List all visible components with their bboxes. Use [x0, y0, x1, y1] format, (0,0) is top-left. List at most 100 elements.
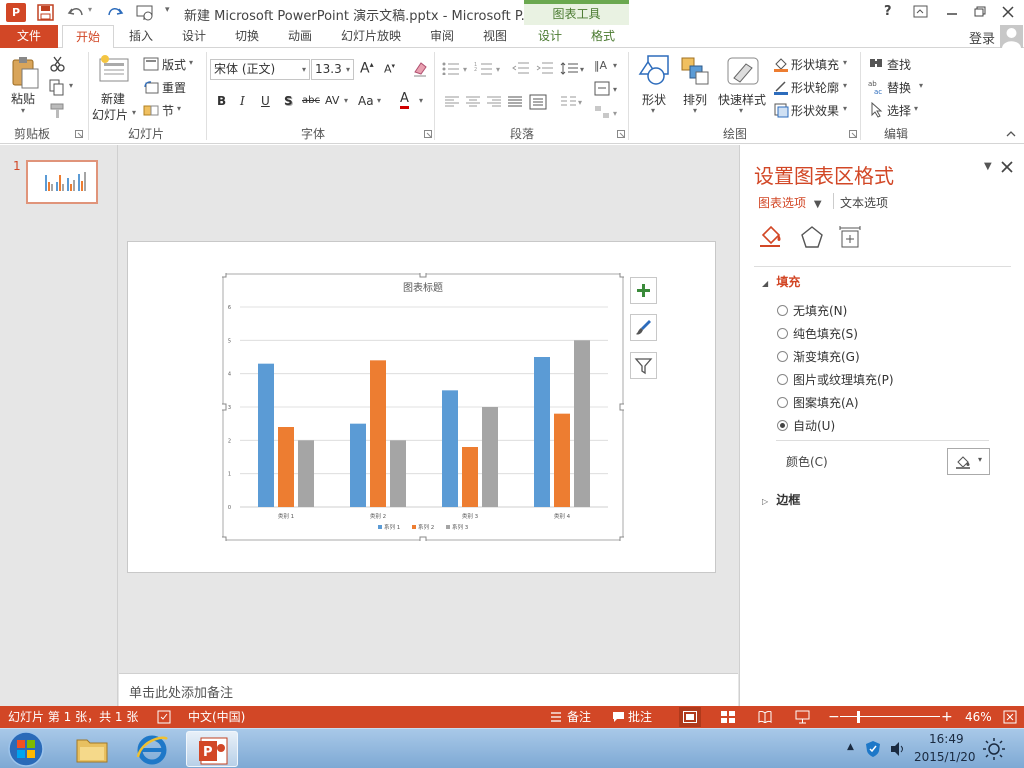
border-section-header[interactable]: ▷ 边框	[762, 491, 800, 508]
grow-font-icon[interactable]: A▴	[360, 60, 374, 77]
justify-icon[interactable]	[507, 96, 523, 108]
zoom-in-button[interactable]: +	[941, 706, 953, 728]
shapes-dropdown-icon[interactable]: ▾	[651, 106, 655, 115]
close-window-icon[interactable]	[1001, 5, 1015, 18]
bar-3-4[interactable]	[574, 340, 590, 507]
new-slide-icon[interactable]	[98, 54, 130, 84]
notes-pane[interactable]: 单击此处添加备注	[119, 673, 738, 706]
fill-section-header[interactable]: ◢ 填充	[762, 273, 800, 290]
arrange-dropdown-icon[interactable]: ▾	[693, 106, 697, 115]
layout-dropdown-icon[interactable]: ▾	[189, 58, 193, 67]
reset-icon[interactable]	[143, 80, 159, 94]
resize-handle[interactable]	[222, 403, 227, 411]
bar-3-2[interactable]	[390, 440, 406, 507]
tab-home[interactable]: 开始	[62, 25, 114, 49]
fill-line-icon[interactable]	[758, 223, 784, 251]
notes-icon[interactable]	[550, 711, 562, 723]
tab-review[interactable]: 审阅	[419, 25, 465, 48]
cut-icon[interactable]	[49, 55, 66, 72]
tab-insert[interactable]: 插入	[118, 25, 164, 48]
font-name-combo[interactable]: 宋体 (正文) ▾	[210, 59, 310, 80]
find-icon[interactable]	[868, 56, 884, 72]
zoom-slider[interactable]	[840, 716, 940, 717]
collapse-ribbon-icon[interactable]	[1005, 130, 1017, 138]
italic-button[interactable]: I	[240, 94, 245, 108]
notes-button[interactable]: 备注	[567, 706, 591, 728]
numbering-icon[interactable]: 12 ▾	[474, 61, 504, 75]
bar-2-2[interactable]	[370, 360, 386, 507]
section-button[interactable]: 节	[162, 102, 174, 119]
shape-fill-dropdown-icon[interactable]: ▾	[843, 58, 847, 67]
slide-sorter-icon[interactable]	[721, 711, 735, 723]
undo-icon[interactable]	[67, 4, 85, 21]
shape-outline-dropdown-icon[interactable]: ▾	[843, 81, 847, 90]
character-spacing-dropdown-icon[interactable]: ▾	[344, 96, 348, 105]
layout-button[interactable]: 版式	[162, 56, 186, 73]
fill-option-4[interactable]: 图案填充(A)	[777, 394, 859, 411]
tab-design[interactable]: 设计	[171, 25, 217, 48]
bar-3-3[interactable]	[482, 407, 498, 507]
resize-handle[interactable]	[619, 403, 624, 411]
chart-styles-button[interactable]	[630, 314, 657, 341]
bar-2-1[interactable]	[278, 427, 294, 507]
fill-option-0[interactable]: 无填充(N)	[777, 302, 847, 319]
slideshow-icon[interactable]	[795, 710, 810, 724]
radio-button[interactable]	[777, 374, 788, 385]
drawing-launcher-icon[interactable]	[849, 130, 857, 138]
clear-formatting-icon[interactable]	[411, 60, 429, 78]
chart-elements-button[interactable]	[630, 277, 657, 304]
tab-slideshow[interactable]: 幻灯片放映	[334, 25, 408, 48]
resize-handle[interactable]	[419, 273, 427, 278]
slide-thumbnail[interactable]	[26, 160, 98, 204]
bar-1-2[interactable]	[350, 423, 366, 507]
bar-1-4[interactable]	[534, 357, 550, 507]
text-direction-icon[interactable]: ‖A ▾	[593, 56, 621, 74]
tab-view[interactable]: 视图	[472, 25, 518, 48]
bar-3-1[interactable]	[298, 440, 314, 507]
resize-handle[interactable]	[222, 536, 227, 541]
fill-option-5[interactable]: 自动(U)	[777, 417, 835, 434]
radio-button[interactable]	[777, 420, 788, 431]
quick-styles-icon[interactable]	[726, 54, 760, 88]
shape-fill-button[interactable]: 形状填充	[791, 56, 839, 73]
change-case-dropdown-icon[interactable]: ▾	[377, 96, 381, 105]
radio-button[interactable]	[777, 328, 788, 339]
font-size-dropdown-icon[interactable]: ▾	[346, 60, 350, 79]
show-hidden-icons[interactable]: ▲	[847, 742, 854, 752]
shape-outline-icon[interactable]	[773, 79, 789, 95]
zoom-slider-thumb[interactable]	[857, 711, 860, 723]
customize-qat-icon[interactable]: ▾	[165, 5, 170, 15]
resize-handle[interactable]	[619, 536, 624, 541]
shrink-font-icon[interactable]: A▾	[384, 62, 395, 76]
help-button[interactable]: ?	[884, 4, 892, 19]
quick-styles-dropdown-icon[interactable]: ▾	[739, 106, 743, 115]
align-text-icon[interactable]: ▾	[593, 80, 621, 98]
shapes-icon[interactable]	[638, 54, 672, 88]
normal-view-button[interactable]	[679, 707, 701, 727]
font-color-dropdown-icon[interactable]: ▾	[419, 96, 423, 105]
shadow-button[interactable]: S	[284, 94, 293, 108]
fill-option-1[interactable]: 纯色填充(S)	[777, 325, 858, 342]
tab-chart-design[interactable]: 设计	[525, 25, 575, 48]
select-dropdown-icon[interactable]: ▾	[914, 104, 918, 113]
copy-icon[interactable]	[49, 79, 65, 96]
resize-handle[interactable]	[619, 273, 624, 278]
line-spacing-icon[interactable]: ▾	[560, 61, 586, 76]
reading-view-icon[interactable]	[758, 711, 772, 723]
select-icon[interactable]	[870, 102, 884, 118]
language[interactable]: 中文(中国)	[188, 706, 245, 728]
effects-icon[interactable]	[800, 225, 824, 249]
minimize-icon[interactable]	[945, 5, 959, 18]
arrange-icon[interactable]	[680, 56, 710, 86]
replace-icon[interactable]: abac	[868, 79, 886, 95]
taskbar-powerpoint[interactable]: P	[186, 731, 238, 767]
section-icon[interactable]	[143, 103, 159, 117]
save-icon[interactable]	[37, 4, 54, 21]
tab-transitions[interactable]: 切换	[224, 25, 270, 48]
brightness-icon[interactable]	[982, 737, 1006, 761]
text-options-tab[interactable]: 文本选项	[840, 194, 888, 211]
font-launcher-icon[interactable]	[424, 130, 432, 138]
font-name-dropdown-icon[interactable]: ▾	[302, 60, 306, 79]
align-right-icon[interactable]	[486, 96, 502, 108]
character-spacing-button[interactable]: AV	[325, 94, 339, 107]
